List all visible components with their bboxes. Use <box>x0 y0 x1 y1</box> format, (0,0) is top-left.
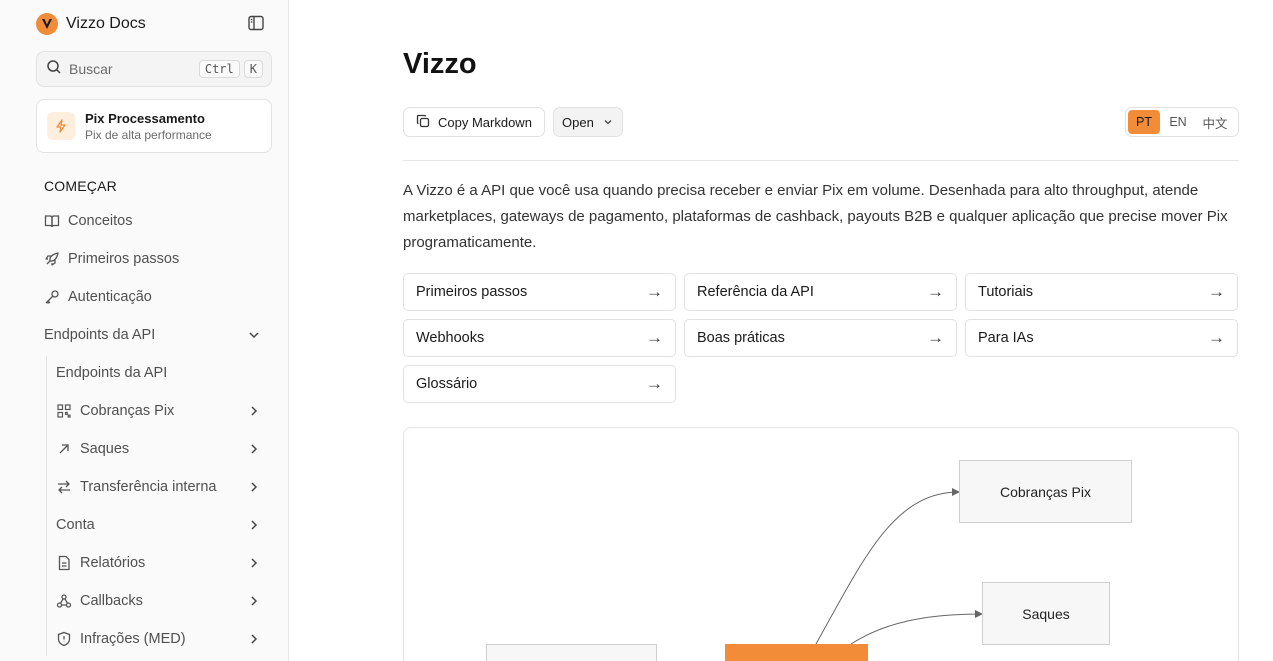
brand[interactable]: Vizzo Docs <box>36 12 146 36</box>
card-tutoriais[interactable]: Tutoriais → <box>965 273 1238 311</box>
sidebar-subitem-saques[interactable]: Saques <box>48 433 272 465</box>
copy-markdown-label: Copy Markdown <box>438 114 532 130</box>
card-boas-praticas[interactable]: Boas práticas → <box>684 319 957 357</box>
sidebar-subitem-cobrancas[interactable]: Cobranças Pix <box>48 395 272 427</box>
sidebar-item-label: Transferência interna <box>80 479 217 495</box>
language-switcher: PT EN 中文 <box>1125 107 1239 137</box>
arrow-right-icon: → <box>1208 282 1225 301</box>
sidebar-item-label: Endpoints da API <box>56 365 168 381</box>
arrow-right-icon: → <box>646 282 663 301</box>
node-client <box>486 644 657 661</box>
intro-paragraph: A Vizzo é a API que você usa quando prec… <box>403 182 1228 251</box>
product-selector[interactable]: Pix Processamento Pix de alta performanc… <box>36 99 272 153</box>
flow-diagram: Cobranças Pix Saques <box>403 427 1239 661</box>
sidebar: Vizzo Docs Buscar Ctrl K Pix Processamen… <box>0 0 289 661</box>
lang-zh[interactable]: 中文 <box>1196 110 1234 134</box>
product-subtitle: Pix de alta performance <box>85 127 212 142</box>
node-saques: Saques <box>982 582 1110 645</box>
card-label: Tutoriais <box>978 284 1034 300</box>
sidebar-toggle-icon[interactable] <box>247 14 265 32</box>
card-webhooks[interactable]: Webhooks → <box>403 319 676 357</box>
sidebar-subitem-callbacks[interactable]: Callbacks <box>48 585 272 617</box>
vizzo-logo-icon <box>36 13 58 35</box>
rocket-icon <box>44 251 60 267</box>
card-para-ias[interactable]: Para IAs → <box>965 319 1238 357</box>
arrow-right-icon: → <box>927 328 944 347</box>
webhook-icon <box>56 593 72 609</box>
search-placeholder: Buscar <box>69 61 113 77</box>
qr-code-icon <box>56 403 72 419</box>
edge-to-saques <box>850 610 983 645</box>
open-dropdown-button[interactable]: Open <box>553 107 623 137</box>
book-icon <box>44 213 60 229</box>
chevron-down-icon <box>246 327 262 343</box>
transfer-icon <box>56 479 72 495</box>
sidebar-item-label: Relatórios <box>80 555 146 571</box>
sidebar-subitem-transferencia[interactable]: Transferência interna <box>48 471 272 503</box>
shield-icon <box>56 631 72 647</box>
sidebar-item-label: Callbacks <box>80 593 143 609</box>
chevron-right-icon <box>246 517 262 533</box>
key-icon <box>44 289 60 305</box>
chevron-down-icon <box>602 116 614 128</box>
arrow-right-icon: → <box>646 328 663 347</box>
sidebar-subitem-infracoes[interactable]: Infrações (MED) <box>48 623 272 655</box>
arrow-right-icon: → <box>927 282 944 301</box>
chevron-right-icon <box>246 631 262 647</box>
sidebar-item-conceitos[interactable]: Conceitos <box>36 205 272 237</box>
node-vizzo-api <box>725 644 868 661</box>
sidebar-item-label: Endpoints da API <box>44 327 156 343</box>
main-content: Vizzo Copy Markdown Open PT EN 中文 A Vizz… <box>289 0 1273 661</box>
sidebar-item-endpoints[interactable]: Endpoints da API <box>36 319 272 351</box>
document-icon <box>56 555 72 571</box>
chevron-right-icon <box>246 555 262 571</box>
section-title: COMEÇAR <box>44 178 117 194</box>
subnav-guide-line <box>46 356 47 656</box>
arrow-right-icon: → <box>1208 328 1225 347</box>
sidebar-item-label: Infrações (MED) <box>80 631 186 647</box>
copy-icon <box>416 114 430 131</box>
brand-name: Vizzo Docs <box>66 15 146 32</box>
sidebar-item-label: Conta <box>56 517 95 533</box>
node-cobrancas-pix: Cobranças Pix <box>959 460 1132 523</box>
sidebar-item-label: Primeiros passos <box>68 251 180 267</box>
chevron-right-icon <box>246 441 262 457</box>
card-label: Boas práticas <box>697 330 785 346</box>
card-primeiros-passos[interactable]: Primeiros passos → <box>403 273 676 311</box>
open-label: Open <box>562 114 594 130</box>
sidebar-subitem-conta[interactable]: Conta <box>48 509 272 541</box>
sidebar-item-primeiros-passos[interactable]: Primeiros passos <box>36 243 272 275</box>
arrow-right-icon: → <box>646 374 663 393</box>
sidebar-item-label: Cobranças Pix <box>80 403 175 419</box>
card-label: Primeiros passos <box>416 284 528 300</box>
arrow-up-right-icon <box>56 441 72 457</box>
search-icon <box>46 59 62 80</box>
divider <box>403 160 1239 161</box>
copy-markdown-button[interactable]: Copy Markdown <box>403 107 545 137</box>
card-label: Referência da API <box>697 284 814 300</box>
shortcut-k: K <box>243 60 263 78</box>
page-title: Vizzo <box>403 48 477 80</box>
lang-pt[interactable]: PT <box>1128 110 1160 134</box>
card-glossario[interactable]: Glossário → <box>403 365 676 403</box>
lang-en[interactable]: EN <box>1160 110 1196 134</box>
sidebar-item-label: Conceitos <box>68 213 133 229</box>
card-label: Webhooks <box>416 330 485 346</box>
sidebar-subitem-relatorios[interactable]: Relatórios <box>48 547 272 579</box>
card-label: Para IAs <box>978 330 1034 346</box>
chevron-right-icon <box>246 593 262 609</box>
sidebar-item-autenticacao[interactable]: Autenticação <box>36 281 272 313</box>
search-input[interactable]: Buscar Ctrl K <box>36 51 272 87</box>
chevron-right-icon <box>246 403 262 419</box>
sidebar-item-label: Saques <box>80 441 130 457</box>
sidebar-item-label: Autenticação <box>68 289 152 305</box>
lightning-icon <box>47 112 75 140</box>
product-title: Pix Processamento <box>85 110 205 126</box>
card-label: Glossário <box>416 376 478 392</box>
card-referencia-api[interactable]: Referência da API → <box>684 273 957 311</box>
shortcut-ctrl: Ctrl <box>198 60 240 78</box>
sidebar-subitem-endpoints[interactable]: Endpoints da API <box>48 357 272 389</box>
chevron-right-icon <box>246 479 262 495</box>
edge-to-cobrancas <box>815 488 960 645</box>
